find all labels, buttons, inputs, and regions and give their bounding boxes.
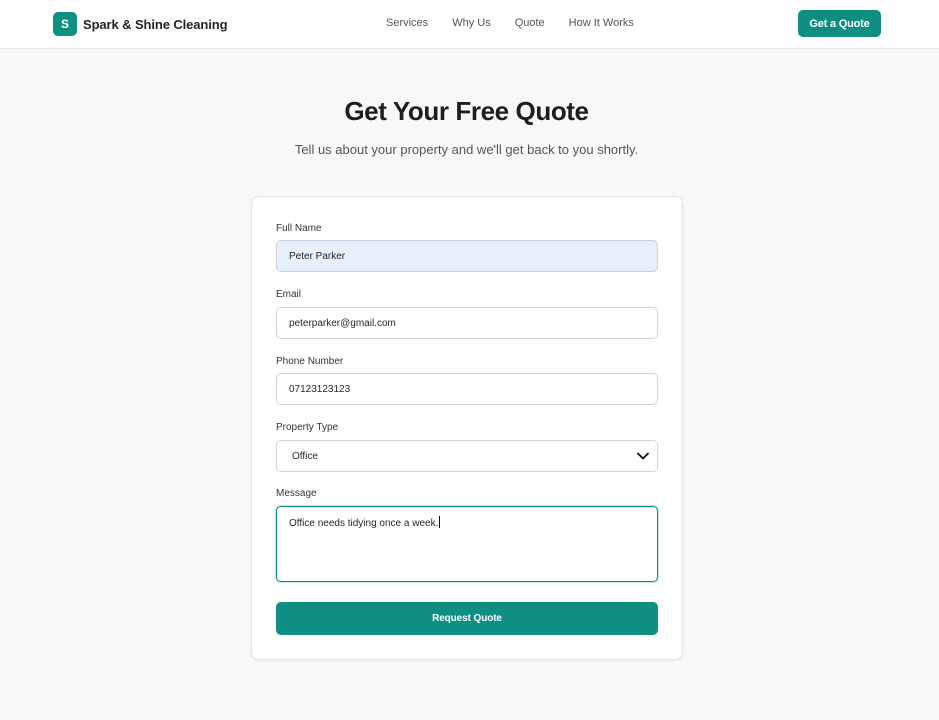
brand[interactable]: S Spark & Shine Cleaning — [53, 12, 228, 36]
page-subtitle: Tell us about your property and we'll ge… — [294, 142, 639, 157]
chevron-down-icon — [637, 452, 649, 460]
email-label: Email — [276, 289, 302, 300]
property-type-label: Property Type — [276, 422, 339, 433]
nav-link-quote[interactable]: Quote — [515, 17, 545, 29]
email-input[interactable]: peterparker@gmail.com — [276, 307, 658, 339]
full-name-input[interactable]: Peter Parker — [276, 240, 658, 272]
get-a-quote-button[interactable]: Get a Quote — [798, 10, 881, 37]
quote-form: Full Name Peter Parker Email peterparker… — [251, 196, 683, 660]
text-caret — [439, 516, 441, 528]
property-type-select[interactable]: Office — [276, 440, 658, 472]
top-navbar: S Spark & Shine Cleaning Services Why Us… — [0, 0, 939, 49]
request-quote-button[interactable]: Request Quote — [276, 602, 658, 635]
nav-link-services[interactable]: Services — [386, 17, 428, 29]
nav-link-why-us[interactable]: Why Us — [452, 17, 491, 29]
message-text: Office needs tidying once a week. — [289, 518, 439, 529]
phone-label: Phone Number — [276, 356, 344, 367]
message-label: Message — [276, 488, 317, 499]
phone-input[interactable]: 07123123123 — [276, 373, 658, 405]
nav-links: Services Why Us Quote How It Works — [386, 17, 658, 29]
logo-icon: S — [53, 12, 77, 36]
brand-name: Spark & Shine Cleaning — [83, 16, 228, 32]
message-textarea[interactable]: Office needs tidying once a week. — [276, 506, 658, 582]
nav-link-how-it-works[interactable]: How It Works — [569, 17, 634, 29]
page-title: Get Your Free Quote — [344, 96, 589, 126]
full-name-label: Full Name — [276, 223, 322, 234]
property-type-value: Office — [292, 450, 318, 462]
